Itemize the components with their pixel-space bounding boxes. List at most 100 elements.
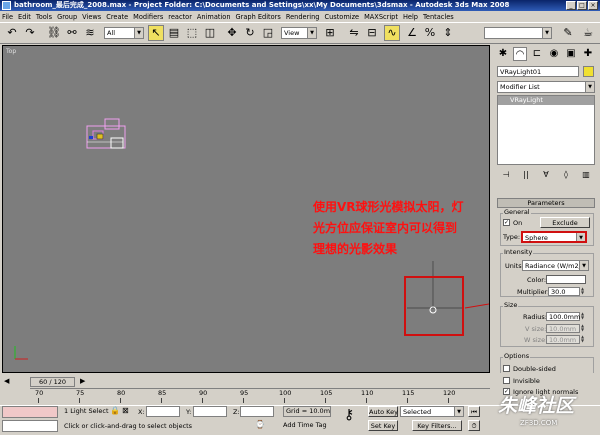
annotation-line: 使用VR球形光模拟太阳，灯 xyxy=(313,200,464,214)
wsize-label: W size: xyxy=(524,336,548,344)
modify-tab-icon[interactable]: ◠ xyxy=(513,47,527,61)
render-icon[interactable]: ✎ xyxy=(560,25,576,41)
on-checkbox[interactable]: ✓ xyxy=(503,219,510,226)
close-button[interactable]: × xyxy=(588,1,598,10)
make-unique-icon[interactable]: ∀ xyxy=(540,169,552,181)
modifier-list-dropdown[interactable]: Modifier List ▼ xyxy=(497,81,595,93)
key-filters-button[interactable]: Key Filters... xyxy=(412,420,462,431)
menu-animation[interactable]: Animation xyxy=(197,13,231,21)
select-by-name-icon[interactable]: ▤ xyxy=(166,25,182,41)
lock-selection-icon[interactable]: 🔒 xyxy=(110,406,120,416)
go-to-start-icon[interactable]: ⏮ xyxy=(468,406,480,417)
create-tab-icon[interactable]: ✱ xyxy=(496,47,510,61)
tick-label: 70 xyxy=(35,389,44,397)
z-coord-field[interactable] xyxy=(240,406,274,417)
maxscript-listener-output[interactable] xyxy=(2,420,58,432)
timeline-ruler[interactable]: 70 75 80 85 90 95 100 105 110 115 120 xyxy=(30,388,490,404)
time-slider[interactable]: 60 / 120 xyxy=(30,377,75,387)
auto-key-button[interactable]: Auto Key xyxy=(368,406,398,417)
menu-tentacles[interactable]: Tentacles xyxy=(423,13,454,21)
bathroom-model-wireframe xyxy=(86,118,126,149)
configure-sets-icon[interactable]: ▥ xyxy=(580,169,592,181)
menu-file[interactable]: File xyxy=(2,13,13,21)
move-icon[interactable]: ✥ xyxy=(224,25,240,41)
pivot-icon[interactable]: ⊞ xyxy=(322,25,338,41)
reference-coord-dropdown[interactable]: View ▼ xyxy=(281,27,317,39)
menu-help[interactable]: Help xyxy=(403,13,418,21)
selection-filter-dropdown[interactable]: All ▼ xyxy=(104,27,144,39)
menu-edit[interactable]: Edit xyxy=(18,13,31,21)
motion-tab-icon[interactable]: ◉ xyxy=(547,47,561,61)
double-sided-checkbox[interactable] xyxy=(503,365,510,372)
bind-spacewarp-icon[interactable]: ≋ xyxy=(82,25,98,41)
menu-modifiers[interactable]: Modifiers xyxy=(133,13,163,21)
chevron-down-icon: ▼ xyxy=(576,233,585,241)
add-time-tag-button[interactable]: Add Time Tag xyxy=(283,420,331,431)
type-dropdown[interactable]: Sphere ▼ xyxy=(521,231,587,243)
multiplier-spinner[interactable]: 30.0 ▲ ▼ xyxy=(548,287,584,296)
redo-icon[interactable]: ↷ xyxy=(22,25,38,41)
object-name-field[interactable]: VRayLight01 xyxy=(497,66,579,77)
rotate-icon[interactable]: ↻ xyxy=(242,25,258,41)
key-mode-dropdown[interactable]: Selected ▼ xyxy=(400,406,464,417)
radius-spinner[interactable]: 100.0mm ▲ ▼ xyxy=(546,312,584,321)
set-key-button[interactable]: Set Key xyxy=(368,420,398,431)
spinner-snap-icon[interactable]: ⇕ xyxy=(440,25,456,41)
units-dropdown[interactable]: Radiance (W/m2/... ▼ xyxy=(522,260,589,271)
select-link-icon[interactable]: ⛓ xyxy=(46,25,62,41)
chevron-down-icon: ▼ xyxy=(542,28,551,38)
menu-reactor[interactable]: reactor xyxy=(168,13,192,21)
utilities-tab-icon[interactable]: ✚ xyxy=(581,47,595,61)
window-crossing-icon[interactable]: ◫ xyxy=(202,25,218,41)
maxscript-listener-mini[interactable] xyxy=(2,406,58,418)
chevron-down-icon: ▼ xyxy=(585,82,594,92)
time-tag-icon[interactable]: ⌚ xyxy=(255,420,265,430)
y-coord-field[interactable] xyxy=(193,406,227,417)
exclude-button[interactable]: Exclude xyxy=(540,217,590,228)
quick-render-icon[interactable]: ☕ xyxy=(580,25,596,41)
slider-right-arrow-icon[interactable]: ▶ xyxy=(80,377,90,387)
menu-customize[interactable]: Customize xyxy=(324,13,359,21)
named-selection-dropdown[interactable]: ▼ xyxy=(484,27,552,39)
unlink-icon[interactable]: ⚯ xyxy=(64,25,80,41)
tick-label: 105 xyxy=(320,389,333,397)
invisible-checkbox[interactable] xyxy=(503,377,510,384)
mirror-icon[interactable]: ⇋ xyxy=(346,25,362,41)
scale-icon[interactable]: ◲ xyxy=(260,25,276,41)
menu-graph-editors[interactable]: Graph Editors xyxy=(236,13,281,21)
menu-tools[interactable]: Tools xyxy=(36,13,52,21)
rect-region-icon[interactable]: ⬚ xyxy=(184,25,200,41)
menu-create[interactable]: Create xyxy=(106,13,128,21)
undo-icon[interactable]: ↶ xyxy=(4,25,20,41)
key-icon[interactable]: ⚷ xyxy=(344,407,362,427)
time-config-icon[interactable]: ⏱ xyxy=(468,420,480,431)
select-object-icon[interactable]: ↖ xyxy=(148,25,164,41)
tick-label: 95 xyxy=(240,389,249,397)
x-coord-field[interactable] xyxy=(146,406,180,417)
pin-stack-icon[interactable]: ⊣ xyxy=(500,169,512,181)
menu-views[interactable]: Views xyxy=(82,13,101,21)
slider-left-arrow-icon[interactable]: ◀ xyxy=(4,377,26,387)
object-color-swatch[interactable] xyxy=(583,66,594,77)
menu-maxscript[interactable]: MAXScript xyxy=(364,13,398,21)
angle-snap-icon[interactable]: ∠ xyxy=(404,25,420,41)
display-tab-icon[interactable]: ▣ xyxy=(564,47,578,61)
spinner-arrows-icon[interactable]: ▲ ▼ xyxy=(581,312,588,321)
menu-rendering[interactable]: Rendering xyxy=(286,13,320,21)
light-color-swatch[interactable] xyxy=(546,275,586,284)
hierarchy-tab-icon[interactable]: ⊏ xyxy=(530,47,544,61)
stack-item-vraylight[interactable]: VRayLight xyxy=(498,96,594,105)
percent-snap-icon[interactable]: % xyxy=(422,25,438,41)
parameters-rollout-header[interactable]: Parameters xyxy=(497,198,595,208)
menu-group[interactable]: Group xyxy=(57,13,77,21)
show-end-result-icon[interactable]: || xyxy=(520,169,532,181)
minimize-button[interactable]: _ xyxy=(566,1,576,10)
maximize-button[interactable]: □ xyxy=(577,1,587,10)
spinner-arrows-icon[interactable]: ▲ ▼ xyxy=(581,287,588,296)
options-group-label: Options xyxy=(503,352,531,360)
absolute-mode-icon[interactable]: ⊠ xyxy=(122,406,132,416)
align-icon[interactable]: ⊟ xyxy=(364,25,380,41)
modifier-stack[interactable]: VRayLight xyxy=(497,95,595,165)
remove-modifier-icon[interactable]: ◊ xyxy=(560,169,572,181)
snap-icon[interactable]: ∿ xyxy=(384,25,400,41)
